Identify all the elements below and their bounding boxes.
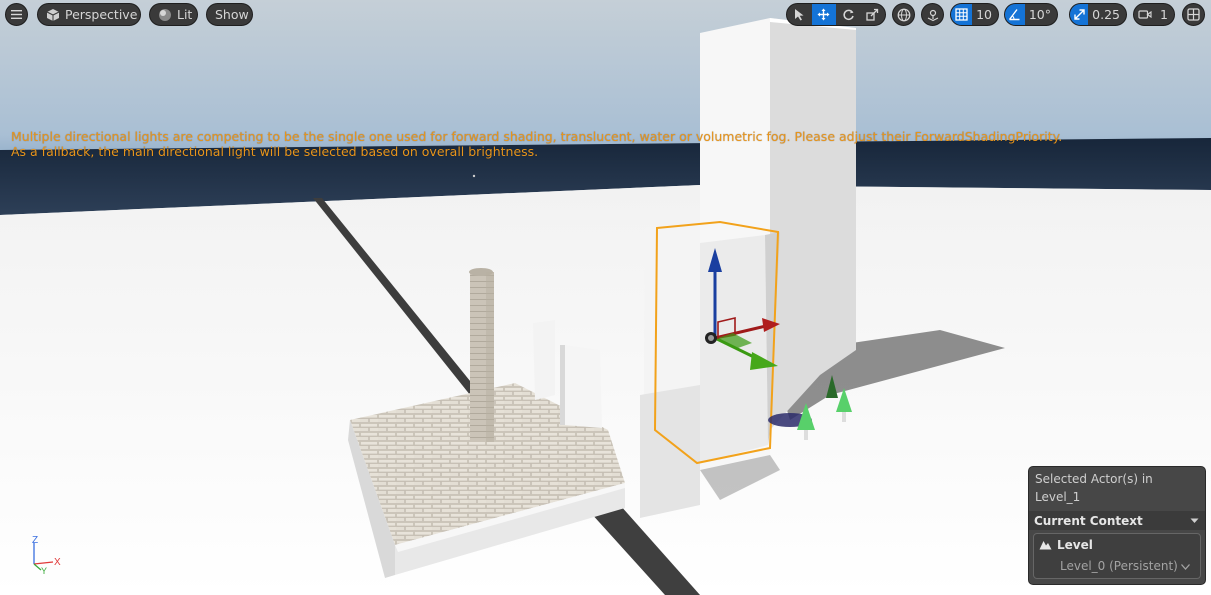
surface-snapping-button[interactable]: [921, 3, 944, 26]
select-mode-button[interactable]: [787, 4, 812, 25]
viewport-type-button[interactable]: Perspective: [37, 3, 141, 26]
hamburger-icon: [11, 10, 22, 19]
scale-snap-toggle[interactable]: [1070, 4, 1089, 25]
camera-speed-button[interactable]: [1134, 4, 1156, 25]
camera-speed-control[interactable]: 1: [1133, 3, 1175, 26]
level-icon: [1039, 541, 1052, 550]
view-mode-button[interactable]: Lit: [149, 3, 198, 26]
rotation-snap-toggle[interactable]: [1005, 4, 1025, 25]
level-dropdown[interactable]: Level_0 (Persistent): [1034, 555, 1200, 577]
axis-z-label: Z: [32, 535, 38, 546]
grid-icon: [955, 8, 968, 21]
scale-snap-value: 0.25: [1092, 7, 1120, 22]
rotation-snap-control[interactable]: 10°: [1004, 3, 1058, 26]
rotation-snap-value: 10°: [1028, 7, 1051, 22]
warning-line-2: As a fallback, the main directional ligh…: [11, 144, 539, 159]
move-arrows-icon: [817, 8, 830, 21]
translate-mode-button[interactable]: [811, 4, 836, 25]
axis-x-label: X: [54, 557, 61, 568]
selected-actors-panel: Selected Actor(s) in Level_1 Current Con…: [1028, 466, 1206, 585]
selected-actors-title: Selected Actor(s) in Level_1: [1035, 472, 1153, 504]
level-context-box: Level Level_0 (Persistent): [1033, 533, 1201, 579]
scale-snap-icon: [1073, 9, 1085, 20]
scale-mode-button[interactable]: [861, 4, 886, 25]
chevron-down-icon: [1190, 518, 1199, 523]
axis-indicator: Z X Y: [32, 535, 61, 576]
camera-speed-value: 1: [1160, 7, 1168, 22]
cube-icon: [46, 8, 60, 21]
view-mode-label: Lit: [177, 7, 193, 22]
lit-sphere-icon: [159, 8, 171, 21]
scale-snap-control[interactable]: 0.25: [1069, 3, 1127, 26]
rotate-icon: [843, 9, 854, 21]
grid-snap-control[interactable]: 10: [950, 3, 999, 26]
coordinate-system-button[interactable]: [892, 3, 915, 26]
level-label: Level: [1057, 538, 1093, 552]
show-flags-label: Show: [215, 7, 249, 22]
level-dropdown-value: Level_0 (Persistent): [1060, 559, 1178, 573]
axis-y-label: Y: [41, 566, 47, 576]
scale-icon: [866, 8, 879, 21]
globe-icon: [897, 8, 910, 21]
layout-grid-icon: [1187, 8, 1200, 21]
current-context-header[interactable]: Current Context: [1029, 511, 1205, 530]
viewport-menu-button[interactable]: [5, 3, 28, 26]
surface-snap-icon: [927, 9, 938, 21]
current-context-label: Current Context: [1034, 513, 1143, 528]
grid-snap-value: 10: [976, 7, 992, 22]
viewport-type-label: Perspective: [65, 7, 138, 22]
camera-icon: [1138, 10, 1152, 19]
grid-snap-toggle[interactable]: [951, 4, 973, 25]
cursor-arrow-icon: [794, 9, 804, 21]
transform-tools: [786, 3, 886, 26]
directional-light-warning: Multiple directional lights are competin…: [11, 129, 1062, 159]
rotate-mode-button[interactable]: [836, 4, 861, 25]
warning-line-1: Multiple directional lights are competin…: [11, 129, 1063, 144]
viewport-layout-button[interactable]: [1182, 3, 1205, 26]
show-flags-button[interactable]: Show: [206, 3, 253, 26]
angle-icon: [1009, 9, 1020, 21]
chevron-down-icon: [1181, 564, 1190, 570]
